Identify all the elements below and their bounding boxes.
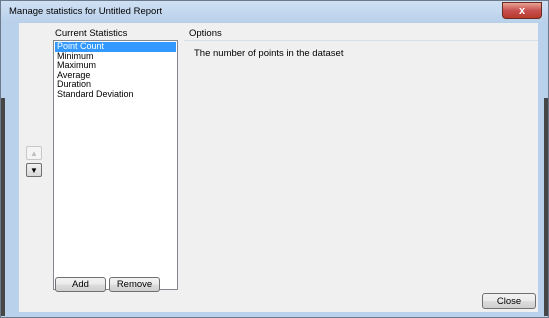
title-bar[interactable]: Manage statistics for Untitled Report x bbox=[1, 1, 548, 23]
triangle-down-icon: ▼ bbox=[30, 165, 38, 175]
window-frame-right bbox=[538, 23, 548, 317]
options-divider bbox=[184, 40, 538, 41]
remove-button[interactable]: Remove bbox=[109, 277, 160, 292]
list-item[interactable]: Standard Deviation bbox=[55, 89, 176, 100]
close-icon: x bbox=[518, 4, 526, 17]
window-close-button[interactable]: x bbox=[502, 2, 542, 19]
dialog-window: Manage statistics for Untitled Report x … bbox=[0, 0, 549, 318]
move-up-button[interactable]: ▲ bbox=[26, 146, 42, 160]
options-group: Options The number of points in the data… bbox=[184, 28, 538, 289]
remove-button-label: Remove bbox=[116, 279, 153, 290]
dialog-client-area: ▲ ▼ Current Statistics Point Count Minim… bbox=[19, 23, 538, 312]
move-down-button[interactable]: ▼ bbox=[26, 163, 42, 177]
close-button-label: Close bbox=[496, 295, 522, 307]
add-button[interactable]: Add bbox=[55, 277, 106, 292]
statistics-listbox[interactable]: Point Count Minimum Maximum Average Dura… bbox=[53, 40, 178, 290]
close-button[interactable]: Close bbox=[482, 293, 536, 309]
current-statistics-label: Current Statistics bbox=[55, 28, 128, 39]
options-description: The number of points in the dataset bbox=[194, 48, 344, 59]
triangle-up-icon: ▲ bbox=[30, 148, 38, 158]
options-label: Options bbox=[189, 28, 224, 39]
add-button-label: Add bbox=[72, 279, 89, 290]
window-title: Manage statistics for Untitled Report bbox=[9, 6, 163, 17]
window-frame-left bbox=[1, 23, 19, 317]
